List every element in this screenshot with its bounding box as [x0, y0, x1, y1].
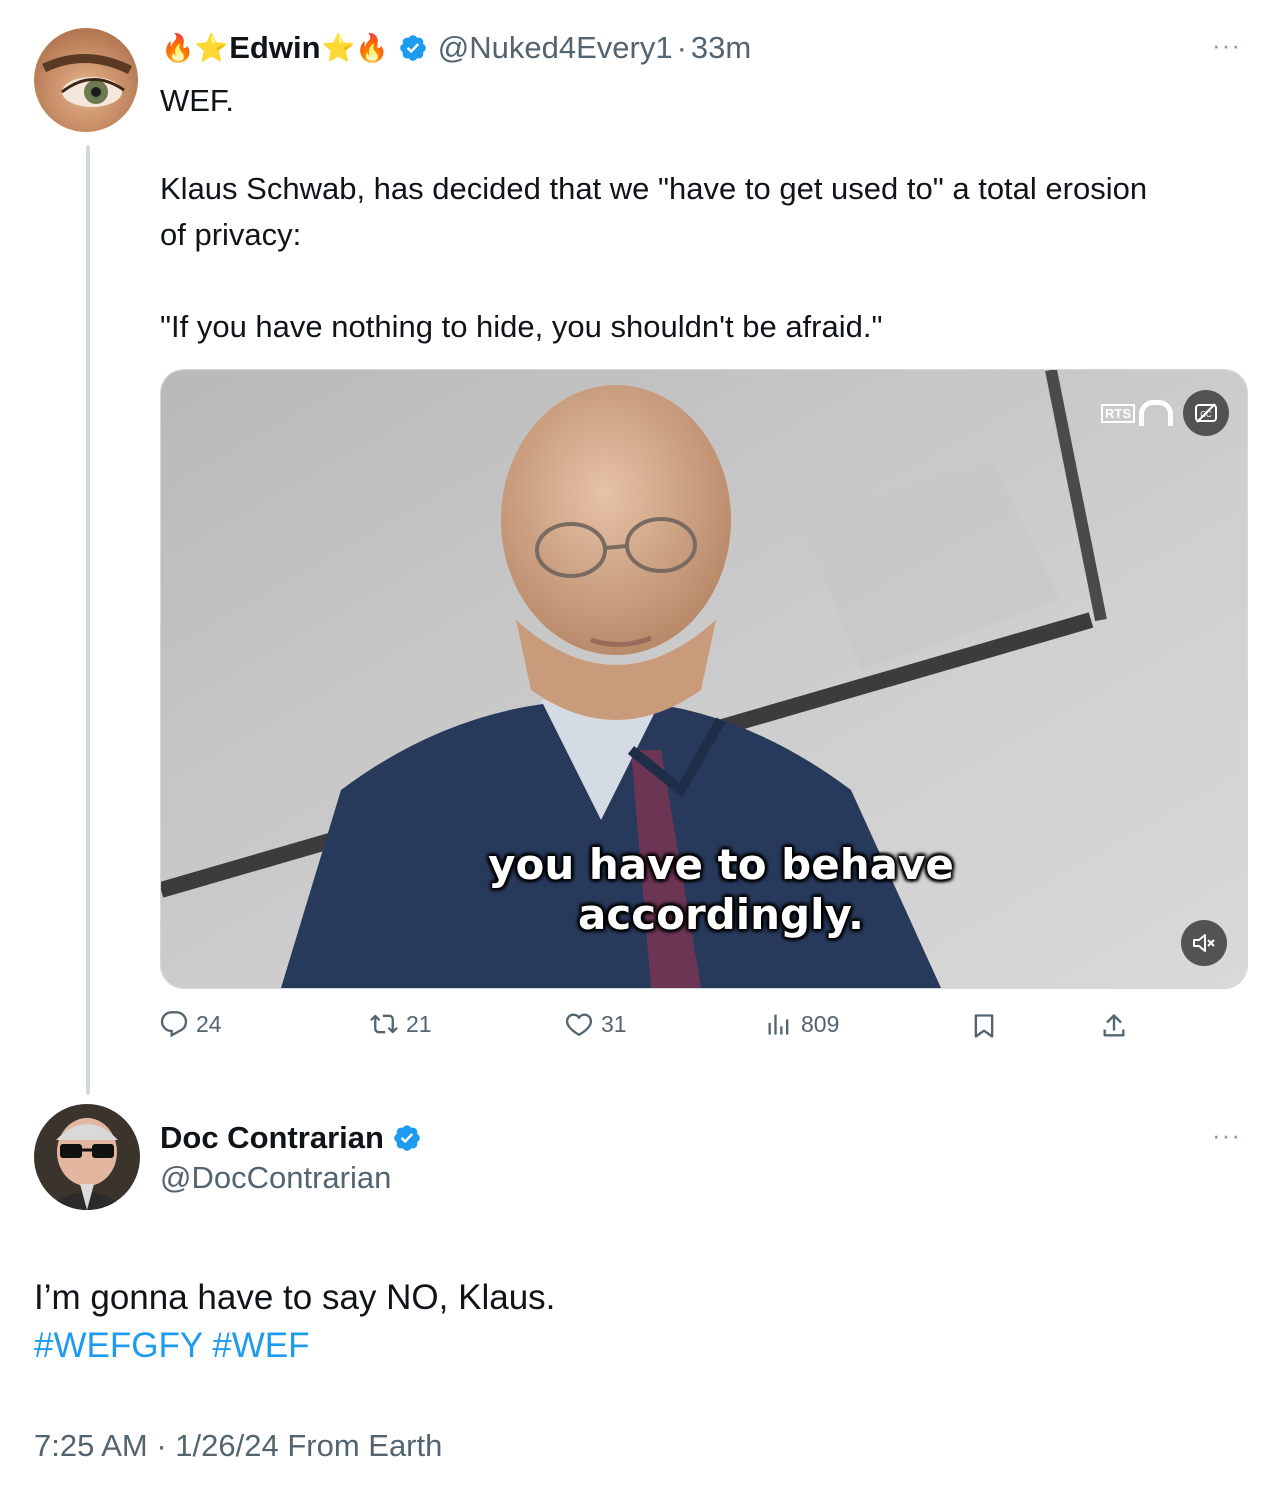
subtitle-line2: accordingly.: [577, 890, 864, 939]
bookmark-icon: [974, 1014, 994, 1038]
tweet1-text-line2: Klaus Schwab, has decided that we "have …: [160, 171, 1148, 206]
tweet1-header: 🔥⭐ Edwin ⭐🔥 @Nuked4Every1 · 33m: [160, 26, 751, 70]
tweet1-text-line4: "If you have nothing to hide, you should…: [160, 309, 883, 344]
un-logo-icon: [1139, 400, 1173, 426]
retweet-button[interactable]: 21: [370, 1010, 432, 1038]
retweet-icon: [370, 1014, 398, 1034]
verified-badge-icon: [399, 35, 426, 61]
tweet2-hashtags: #WEFGFY #WEF: [34, 1322, 310, 1370]
more-options-icon[interactable]: ···: [1212, 1120, 1241, 1151]
tweet1-text-line1: WEF.: [160, 83, 235, 118]
video-player[interactable]: RTS CC you have to behave accordingly.: [160, 369, 1248, 989]
rts-logo: RTS: [1101, 403, 1135, 423]
views-chart-icon: [768, 1014, 789, 1035]
share-icon: [1103, 1014, 1125, 1037]
reply-icon: [160, 1011, 188, 1038]
more-options-icon[interactable]: ···: [1212, 30, 1241, 61]
like-count: 31: [601, 1010, 627, 1037]
author-name[interactable]: Edwin: [229, 30, 320, 66]
author-name[interactable]: Doc Contrarian: [160, 1120, 384, 1156]
dot-separator: ·: [676, 30, 687, 65]
captions-button[interactable]: CC: [1183, 390, 1229, 436]
video-subtitles: you have to behave accordingly.: [391, 840, 1051, 940]
tweet1-text-line3: of privacy:: [160, 217, 302, 252]
heart-icon: [565, 1013, 593, 1037]
bookmark-button[interactable]: [970, 1012, 998, 1040]
view-count: 809: [801, 1010, 840, 1037]
tweet-time[interactable]: 33m: [691, 30, 751, 66]
eye-avatar-image: [34, 28, 138, 132]
reply-count: 24: [196, 1010, 222, 1037]
tweet2-text: I’m gonna have to say NO, Klaus.: [34, 1278, 556, 1317]
fire-star-emoji: 🔥⭐: [161, 32, 229, 63]
like-button[interactable]: 31: [565, 1010, 627, 1038]
author-handle[interactable]: @DocContrarian: [160, 1160, 391, 1196]
tweet2-timestamp[interactable]: 7:25 AM · 1/26/24 From Earth: [34, 1428, 442, 1464]
avatar[interactable]: [34, 1104, 140, 1210]
star-fire-emoji: ⭐🔥: [321, 32, 389, 63]
broadcaster-watermark: RTS: [1101, 400, 1173, 426]
views-button[interactable]: 809: [765, 1010, 839, 1038]
share-button[interactable]: [1100, 1012, 1128, 1040]
speaker-muted-icon: [1193, 934, 1215, 952]
hashtag-link[interactable]: #WEFGFY: [34, 1326, 203, 1365]
retweet-count: 21: [406, 1010, 432, 1037]
mute-button[interactable]: [1181, 920, 1227, 966]
avatar[interactable]: [34, 28, 138, 132]
author-handle[interactable]: @Nuked4Every1: [438, 30, 673, 66]
thread-connector-line: [86, 145, 90, 1095]
reply-button[interactable]: 24: [160, 1010, 222, 1038]
tweet2-header: Doc Contrarian: [160, 1116, 432, 1160]
verified-badge-icon: [394, 1125, 420, 1151]
subtitle-line1: you have to behave: [488, 840, 954, 889]
hashtag-link[interactable]: #WEF: [212, 1326, 309, 1365]
doc-avatar-image: [34, 1104, 140, 1210]
captions-off-icon: CC: [1195, 403, 1217, 423]
